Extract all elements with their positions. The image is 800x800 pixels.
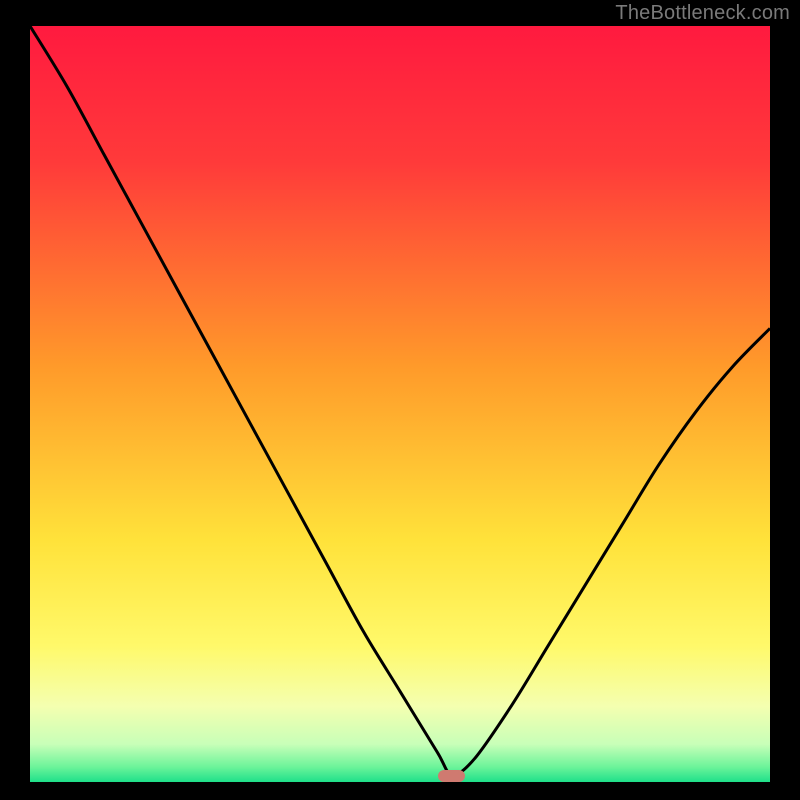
bottleneck-curve: [30, 26, 770, 782]
stage: TheBottleneck.com: [0, 0, 800, 800]
watermark-text: TheBottleneck.com: [615, 2, 790, 25]
plot-area: [30, 26, 770, 782]
optimum-marker: [438, 770, 465, 782]
plot-frame: [0, 0, 800, 800]
